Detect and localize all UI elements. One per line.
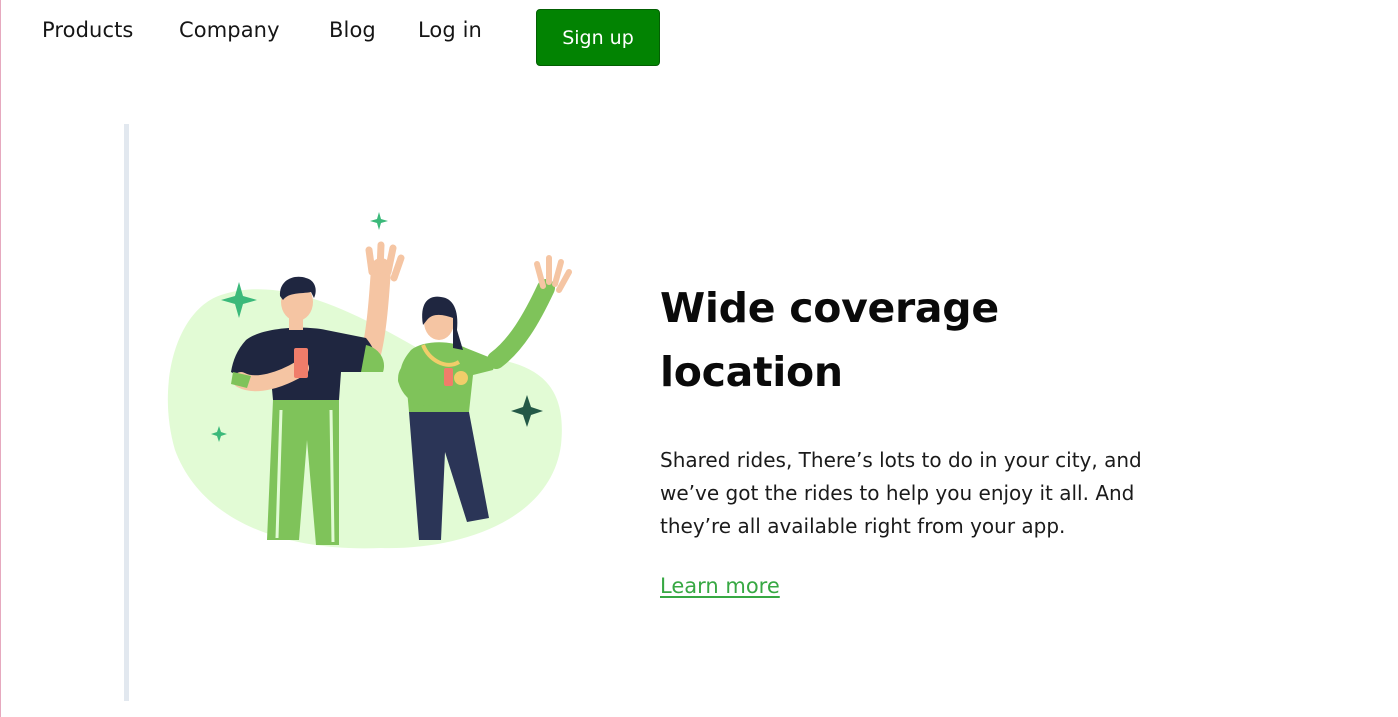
feature-title: Wide coverage location <box>660 284 999 396</box>
signup-button[interactable]: Sign up <box>536 9 660 66</box>
nav-link-company[interactable]: Company <box>179 18 280 42</box>
page: Products Company Blog Log in Sign up Wid… <box>0 0 1398 717</box>
nav-link-products[interactable]: Products <box>42 18 133 42</box>
feature-description: Shared rides, There’s lots to do in your… <box>660 448 1142 538</box>
feature-content: Wide coverage location Shared rides, The… <box>660 276 1200 598</box>
two-people-waving-illustration <box>167 212 572 549</box>
nav-link-blog[interactable]: Blog <box>329 18 376 42</box>
sparkle-icon <box>370 212 388 230</box>
nav-link-login[interactable]: Log in <box>418 18 482 42</box>
section-divider <box>124 124 129 701</box>
illustration-blob <box>167 289 562 549</box>
learn-more-link[interactable]: Learn more <box>660 574 780 598</box>
top-nav: Products Company Blog Log in Sign up <box>1 0 701 70</box>
